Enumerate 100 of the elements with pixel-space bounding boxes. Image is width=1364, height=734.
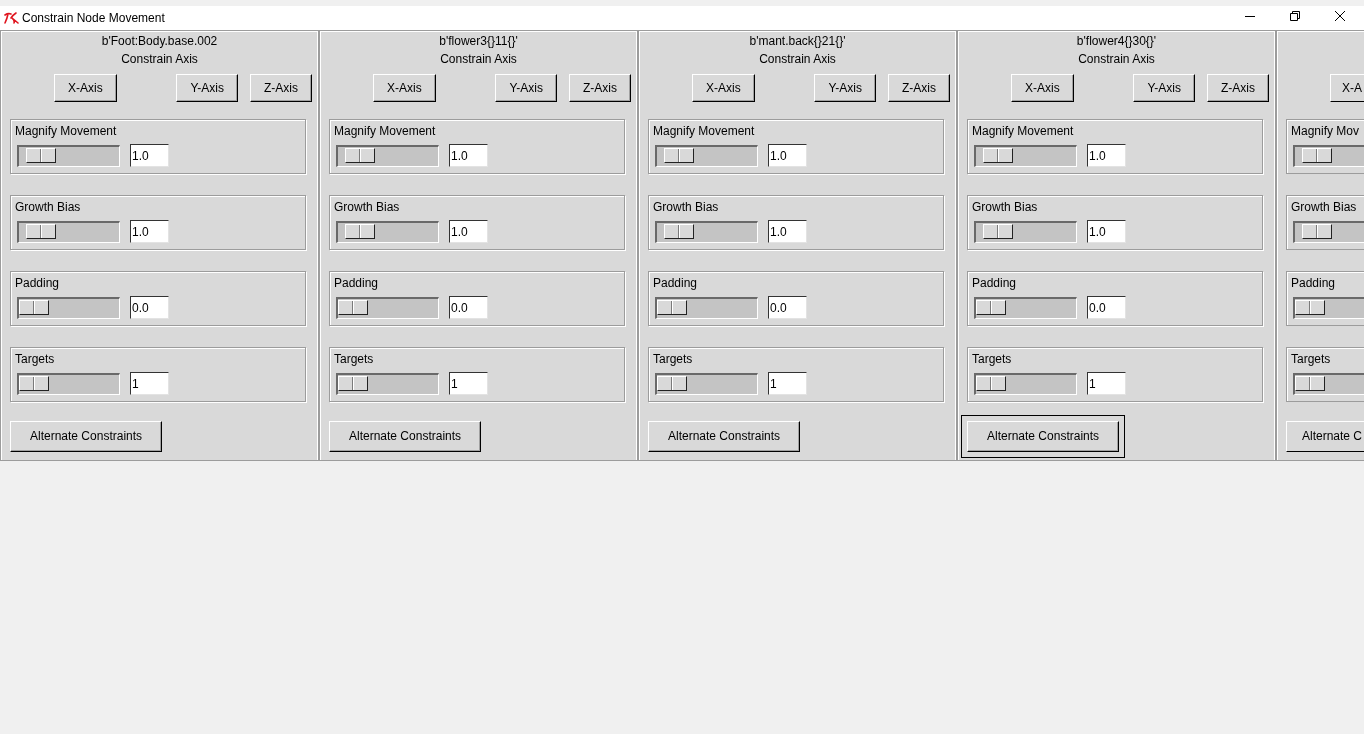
value-field[interactable]: 1.0 [1087, 144, 1126, 167]
slider-track[interactable] [974, 297, 1077, 319]
value-field[interactable]: 1.0 [768, 220, 807, 243]
axis-button[interactable]: X-Axis [1011, 74, 1074, 102]
slider-thumb[interactable] [338, 300, 368, 315]
value-field[interactable]: 1.0 [130, 144, 169, 167]
value-field[interactable]: 0.0 [1087, 296, 1126, 319]
slider-thumb[interactable] [26, 148, 56, 163]
section-label: Constrain Axis [759, 52, 836, 66]
slider-track[interactable] [336, 221, 439, 243]
slider-thumb[interactable] [338, 376, 368, 391]
setting-label: Magnify Movement [334, 124, 436, 138]
axis-button[interactable]: Y-Axis [1133, 74, 1195, 102]
constraints-button[interactable]: Alternate Constraints [648, 421, 801, 452]
slider-thumb[interactable] [983, 148, 1013, 163]
axis-button[interactable]: X-Axis [692, 74, 755, 102]
section-label: Constrain Axis [1078, 52, 1155, 66]
setting-label: Magnify Movement [15, 124, 117, 138]
slider-thumb[interactable] [1302, 148, 1332, 163]
value-field[interactable]: 0.0 [449, 296, 488, 319]
slider-thumb[interactable] [664, 224, 694, 239]
setting-label: Growth Bias [972, 200, 1038, 214]
constraints-button[interactable]: Alternate Constraints [329, 421, 482, 452]
node-label: b'mant.back{}21{}' [749, 34, 846, 48]
window-title: Constrain Node Movement [22, 11, 165, 25]
slider-track[interactable] [17, 145, 120, 167]
setting-label: Padding [334, 276, 379, 290]
setting-label: Growth Bias [1291, 200, 1357, 214]
section-label: Constrain Axis [440, 52, 517, 66]
axis-button[interactable]: Y-Axis [176, 74, 238, 102]
slider-thumb[interactable] [657, 376, 687, 391]
setting-label: Magnify Movement [653, 124, 755, 138]
axis-button[interactable]: Z-Axis [1207, 74, 1269, 102]
slider-track[interactable] [974, 221, 1077, 243]
setting-label: Padding [1291, 276, 1336, 290]
slider-thumb[interactable] [26, 224, 56, 239]
slider-track[interactable] [17, 221, 120, 243]
slider-thumb[interactable] [1295, 376, 1325, 391]
value-field[interactable]: 1 [449, 372, 488, 395]
axis-button[interactable]: X-Axis [373, 74, 436, 102]
close-icon[interactable] [1335, 11, 1345, 21]
slider-track[interactable] [655, 145, 758, 167]
slider-thumb[interactable] [657, 300, 687, 315]
constraints-button[interactable]: Alternate C [1286, 421, 1364, 452]
slider-track[interactable] [655, 297, 758, 319]
value-field[interactable]: 0.0 [130, 296, 169, 319]
slider-thumb[interactable] [1295, 300, 1325, 315]
setting-label: Padding [653, 276, 698, 290]
setting-label: Targets [972, 352, 1012, 366]
slider-thumb[interactable] [1302, 224, 1332, 239]
slider-thumb[interactable] [664, 148, 694, 163]
axis-button[interactable]: Z-Axis [569, 74, 631, 102]
logo-icon [4, 12, 19, 24]
slider-thumb[interactable] [19, 376, 49, 391]
value-field[interactable]: 1.0 [449, 144, 488, 167]
section-label: Constrain Axis [121, 52, 198, 66]
setting-label: Growth Bias [15, 200, 81, 214]
value-field[interactable]: 1 [1087, 372, 1126, 395]
slider-track[interactable] [655, 221, 758, 243]
slider-track[interactable] [974, 145, 1077, 167]
slider-track[interactable] [336, 297, 439, 319]
slider-thumb[interactable] [983, 224, 1013, 239]
setting-label: Growth Bias [653, 200, 719, 214]
constraints-button[interactable]: Alternate Constraints [961, 415, 1126, 458]
axis-button[interactable]: Y-Axis [495, 74, 557, 102]
value-field[interactable]: 1 [130, 372, 169, 395]
restore-icon[interactable] [1290, 11, 1300, 21]
constraints-button[interactable]: Alternate Constraints [10, 421, 163, 452]
setting-label: Targets [15, 352, 55, 366]
setting-label: Targets [334, 352, 374, 366]
setting-label: Growth Bias [334, 200, 400, 214]
axis-button[interactable]: Z-Axis [250, 74, 312, 102]
setting-label: Targets [1291, 352, 1331, 366]
slider-track[interactable] [336, 373, 439, 395]
node-label: b'flower4{}30{}' [1076, 34, 1157, 48]
axis-button[interactable]: Z-Axis [888, 74, 950, 102]
value-field[interactable]: 1.0 [768, 144, 807, 167]
setting-label: Padding [972, 276, 1017, 290]
slider-thumb[interactable] [345, 224, 375, 239]
slider-thumb[interactable] [976, 300, 1006, 315]
axis-button[interactable]: X-A [1330, 74, 1364, 102]
slider-track[interactable] [655, 373, 758, 395]
setting-label: Magnify Movement [972, 124, 1074, 138]
setting-label: Targets [653, 352, 693, 366]
value-field[interactable]: 1.0 [130, 220, 169, 243]
slider-thumb[interactable] [976, 376, 1006, 391]
value-field[interactable]: 1.0 [449, 220, 488, 243]
value-field[interactable]: 1.0 [1087, 220, 1126, 243]
slider-thumb[interactable] [19, 300, 49, 315]
axis-button[interactable]: Y-Axis [814, 74, 876, 102]
value-field[interactable]: 1 [768, 372, 807, 395]
node-label: b'flower3{}11{}' [439, 34, 518, 48]
slider-track[interactable] [336, 145, 439, 167]
slider-track[interactable] [17, 297, 120, 319]
axis-button[interactable]: X-Axis [54, 74, 117, 102]
value-field[interactable]: 0.0 [768, 296, 807, 319]
setting-label: Padding [15, 276, 60, 290]
slider-track[interactable] [974, 373, 1077, 395]
slider-thumb[interactable] [345, 148, 375, 163]
slider-track[interactable] [17, 373, 120, 395]
